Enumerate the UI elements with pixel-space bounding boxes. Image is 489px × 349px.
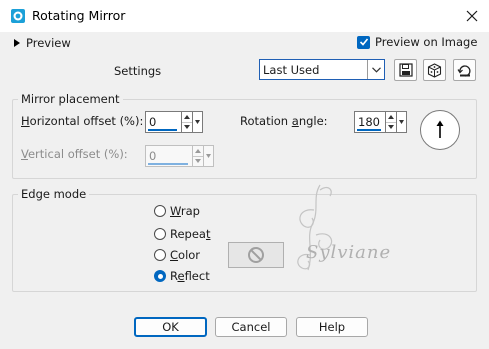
- horizontal-offset-slider-toggle[interactable]: [193, 111, 203, 133]
- no-symbol-icon: [248, 247, 264, 263]
- mirror-placement-title: Mirror placement: [18, 92, 123, 106]
- settings-preset-select[interactable]: Last Used: [259, 59, 385, 80]
- edge-mode-title: Edge mode: [18, 187, 90, 201]
- rotation-angle-mnemonic: a: [291, 114, 299, 128]
- expand-caret-icon: [14, 39, 20, 47]
- vertical-offset-mnemonic: V: [21, 147, 28, 161]
- edge-color-swatch: [228, 242, 284, 268]
- rotation-angle-dial[interactable]: [420, 110, 460, 150]
- repeat-radio[interactable]: [154, 228, 166, 240]
- edge-mode-reflect-option[interactable]: Reflect: [154, 269, 210, 283]
- vertical-offset-label-text: ertical offset (%):: [27, 147, 128, 161]
- checkmark-icon: [357, 35, 370, 49]
- close-button[interactable]: [459, 4, 485, 28]
- horizontal-offset-mnemonic: H: [21, 114, 30, 128]
- wrap-label: Wrap: [170, 204, 200, 218]
- mirror-app-icon: [11, 9, 25, 23]
- rotation-angle-input[interactable]: 180: [354, 111, 386, 133]
- settings-preset-value: Last Used: [263, 63, 320, 77]
- dial-needle-icon: [436, 120, 444, 138]
- horizontal-offset-spinner[interactable]: 0: [145, 111, 203, 133]
- wrap-radio[interactable]: [154, 205, 166, 217]
- ok-button[interactable]: OK: [134, 317, 207, 337]
- horizontal-offset-label-text: orizontal offset (%):: [29, 114, 144, 128]
- chevron-down-icon: [367, 60, 384, 79]
- vertical-offset-label: Vertical offset (%):: [21, 147, 128, 161]
- stepper-down-icon[interactable]: [386, 123, 396, 133]
- color-label: Color: [170, 248, 201, 262]
- vertical-offset-slider-toggle: [204, 145, 214, 167]
- rotation-angle-spinner[interactable]: 180: [354, 111, 407, 133]
- close-icon: [466, 10, 478, 22]
- rotation-angle-value: 180: [358, 115, 380, 129]
- preview-on-image-checkbox[interactable]: Preview on Image: [357, 35, 477, 49]
- vertical-offset-value: 0: [149, 149, 157, 163]
- reset-button[interactable]: [453, 59, 476, 81]
- stepper-up-icon[interactable]: [386, 112, 396, 123]
- save-icon: [398, 63, 413, 77]
- mirror-placement-group: [12, 99, 477, 179]
- settings-label: Settings: [114, 64, 162, 78]
- randomize-button[interactable]: [423, 59, 446, 81]
- edge-mode-repeat-option[interactable]: Repeat: [154, 227, 211, 241]
- cancel-button[interactable]: Cancel: [215, 317, 287, 337]
- rotation-angle-stepper[interactable]: [386, 111, 397, 133]
- save-preset-button[interactable]: [394, 59, 417, 81]
- vertical-offset-input: 0: [145, 145, 193, 167]
- horizontal-offset-label: Horizontal offset (%):: [21, 114, 143, 128]
- dice-icon: [427, 62, 442, 78]
- edge-mode-color-option[interactable]: Color: [154, 248, 200, 262]
- rotation-angle-label: Rotation angle:: [240, 114, 328, 128]
- watermark-swirl: [297, 184, 333, 271]
- window-title: Rotating Mirror: [32, 8, 126, 23]
- reset-icon: [457, 64, 470, 77]
- rotation-angle-slider-toggle[interactable]: [397, 111, 407, 133]
- horizontal-offset-input[interactable]: 0: [145, 111, 182, 133]
- stepper-up-icon[interactable]: [182, 112, 192, 123]
- repeat-label: Repeat: [170, 227, 211, 241]
- stepper-down-icon: [193, 157, 203, 167]
- stepper-up-icon: [193, 146, 203, 157]
- preview-label: Preview: [26, 36, 71, 50]
- reflect-radio[interactable]: [154, 270, 166, 282]
- watermark-text: Sylviane: [306, 242, 392, 263]
- preview-on-image-label: Preview on Image: [375, 35, 478, 49]
- chevron-down-icon: [399, 120, 404, 124]
- horizontal-offset-value: 0: [149, 115, 157, 129]
- preview-toggle[interactable]: Preview: [14, 36, 71, 50]
- chevron-down-icon: [195, 120, 200, 124]
- help-button[interactable]: Help: [296, 317, 368, 337]
- stepper-down-icon[interactable]: [182, 123, 192, 133]
- vertical-offset-spinner: 0: [145, 145, 214, 167]
- edge-mode-wrap-option[interactable]: Wrap: [154, 204, 200, 218]
- reflect-label: Reflect: [170, 269, 210, 283]
- color-radio[interactable]: [154, 249, 166, 261]
- vertical-offset-stepper: [193, 145, 204, 167]
- horizontal-offset-stepper[interactable]: [182, 111, 193, 133]
- chevron-down-icon: [206, 154, 211, 158]
